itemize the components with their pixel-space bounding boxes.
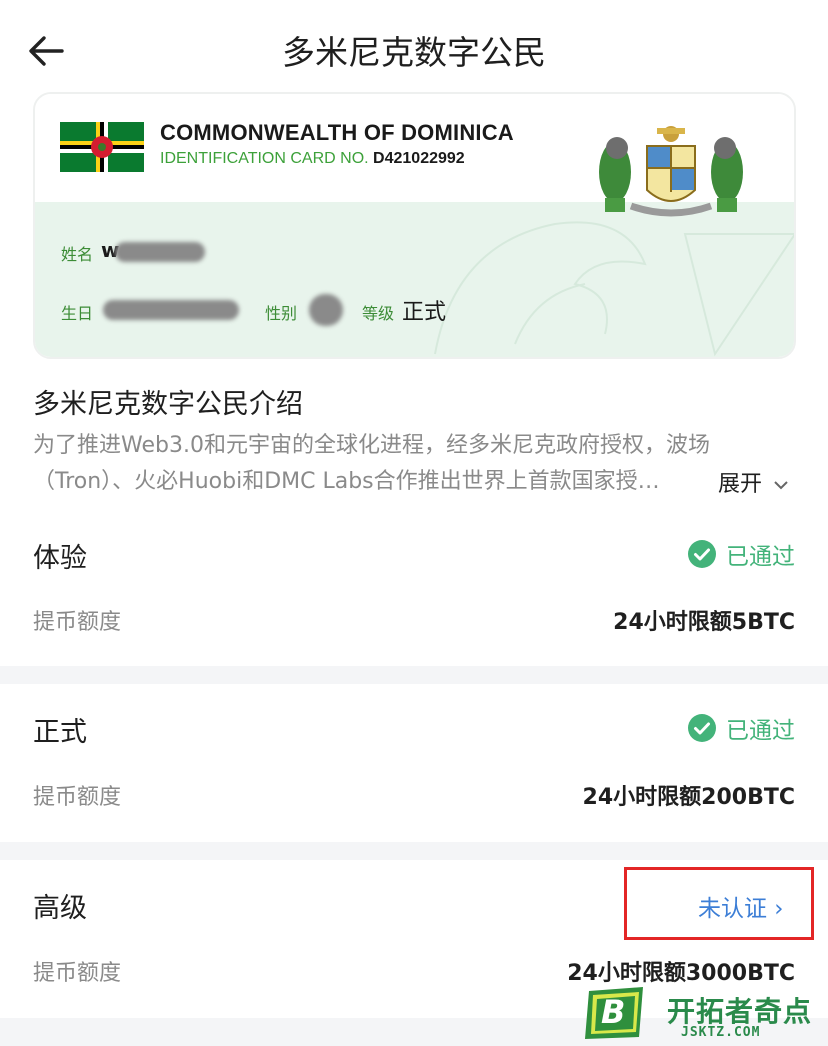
chevron-down-icon xyxy=(774,481,788,490)
logo-letter: B xyxy=(601,993,626,1031)
tier-trial: 体验 已通过 提币额度 24小时限额5BTC xyxy=(0,510,828,666)
check-circle-icon xyxy=(688,540,716,568)
gender-redacted xyxy=(309,294,343,326)
tier-status-verified: 已通过 xyxy=(688,711,795,745)
expand-button[interactable]: 展开 xyxy=(718,466,789,498)
top-bar: 多米尼克数字公民 xyxy=(0,0,828,92)
logo-url: JSKTZ.COM xyxy=(681,1025,761,1040)
tier-status-text: 已通过 xyxy=(726,544,795,570)
id-card: COMMONWEALTH OF DOMINICA IDENTIFICATION … xyxy=(33,92,796,359)
section-divider xyxy=(0,666,828,684)
intro-line-1: 为了推进Web3.0和元宇宙的全球化进程，经多米尼克政府授权，波场 xyxy=(33,433,710,458)
id-number-line: IDENTIFICATION CARD NO. D421022992 xyxy=(160,150,465,168)
tier-status-verified: 已通过 xyxy=(688,537,795,571)
birth-redacted xyxy=(103,300,239,320)
tier-name: 正式 xyxy=(33,717,87,748)
quota-label: 提币额度 xyxy=(33,961,122,986)
quota-label: 提币额度 xyxy=(33,785,122,810)
intro-title: 多米尼克数字公民介绍 xyxy=(33,389,303,420)
level-value: 正式 xyxy=(402,300,447,325)
id-number: D421022992 xyxy=(373,150,465,167)
unverified-link[interactable]: 未认证 › xyxy=(698,889,784,923)
tier-standard: 正式 已通过 提币额度 24小时限额200BTC xyxy=(0,684,828,842)
id-label: IDENTIFICATION CARD NO. xyxy=(160,150,369,167)
tier-name: 高级 xyxy=(33,893,87,924)
logo-name: 开拓者奇点 xyxy=(667,995,813,1028)
tier-status-text: 已通过 xyxy=(726,718,795,744)
country-name: COMMONWEALTH OF DOMINICA xyxy=(160,120,514,145)
name-label: 姓名 xyxy=(61,245,94,264)
quota-value: 24小时限额3000BTC xyxy=(567,961,795,986)
intro-line-2: （Tron）、火必Huobi和DMC Labs合作推出世界上首款国家授… xyxy=(33,469,660,494)
quota-value: 24小时限额5BTC xyxy=(613,610,795,635)
level-label: 等级 xyxy=(362,304,395,323)
quota-label: 提币额度 xyxy=(33,610,122,635)
expand-label: 展开 xyxy=(718,472,763,497)
quota-value: 24小时限额200BTC xyxy=(582,785,795,810)
section-divider xyxy=(0,842,828,860)
dominica-flag-icon xyxy=(60,122,144,172)
site-watermark-logo: B 开拓者奇点 JSKTZ.COM xyxy=(583,985,823,1043)
check-circle-icon xyxy=(688,714,716,742)
parrot-watermark-icon xyxy=(434,221,794,357)
page-title: 多米尼克数字公民 xyxy=(282,33,546,72)
gender-label: 性别 xyxy=(265,304,298,323)
tier-name: 体验 xyxy=(33,543,87,574)
name-redacted xyxy=(115,242,205,262)
birth-label: 生日 xyxy=(61,304,94,323)
